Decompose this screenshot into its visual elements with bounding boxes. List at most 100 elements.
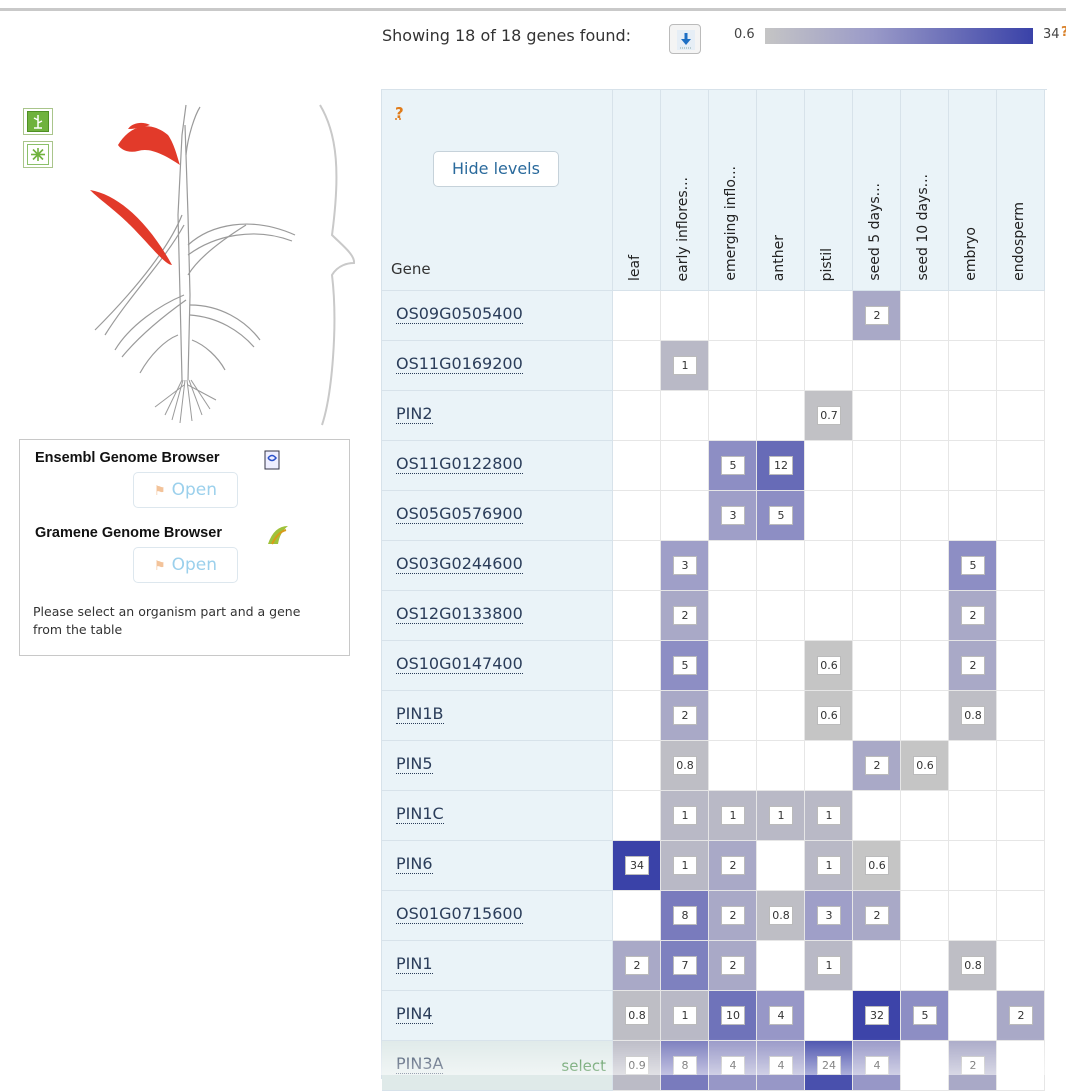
table-row[interactable]: PIN4 0.8 1 10 4 32 5 2 <box>382 991 1048 1041</box>
expression-cell[interactable] <box>709 541 757 591</box>
expression-cell[interactable] <box>997 691 1045 741</box>
column-header-5[interactable]: seed 5 days... <box>853 90 901 291</box>
expression-cell[interactable]: 1 <box>709 791 757 841</box>
expression-cell[interactable]: 2 <box>949 641 997 691</box>
expression-cell[interactable] <box>757 391 805 441</box>
expression-cell[interactable]: 1 <box>805 941 853 991</box>
expression-cell[interactable]: 5 <box>901 991 949 1041</box>
expression-cell[interactable] <box>853 391 901 441</box>
expression-cell[interactable] <box>613 691 661 741</box>
gene-link[interactable]: OS03G0244600 <box>396 555 523 574</box>
expression-cell[interactable]: 0.6 <box>901 741 949 791</box>
expression-cell[interactable] <box>853 691 901 741</box>
expression-cell[interactable] <box>709 341 757 391</box>
expression-cell[interactable]: 5 <box>661 641 709 691</box>
expression-cell[interactable] <box>901 841 949 891</box>
expression-cell[interactable] <box>997 591 1045 641</box>
table-row[interactable]: PIN2 0.7 <box>382 391 1048 441</box>
expression-cell[interactable] <box>997 941 1045 991</box>
table-row[interactable]: OS11G0169200 1 <box>382 341 1048 391</box>
expression-cell[interactable]: 2 <box>949 591 997 641</box>
expression-cell[interactable] <box>901 491 949 541</box>
expression-cell[interactable] <box>805 741 853 791</box>
expression-cell[interactable] <box>613 791 661 841</box>
expression-cell[interactable] <box>949 741 997 791</box>
gene-link[interactable]: PIN2 <box>396 405 433 424</box>
expression-cell[interactable]: 3 <box>709 491 757 541</box>
expression-cell[interactable] <box>613 391 661 441</box>
expression-cell[interactable]: 2 <box>709 891 757 941</box>
expression-cell[interactable]: 4 <box>853 1041 901 1091</box>
gene-link[interactable]: PIN1 <box>396 955 433 974</box>
expression-cell[interactable] <box>901 791 949 841</box>
column-header-4[interactable]: pistil <box>805 90 853 291</box>
expression-cell[interactable] <box>805 291 853 341</box>
expression-cell[interactable]: 8 <box>661 1041 709 1091</box>
gene-link[interactable]: OS05G0576900 <box>396 505 523 524</box>
expression-cell[interactable]: 0.8 <box>757 891 805 941</box>
expression-cell[interactable] <box>997 391 1045 441</box>
expression-cell[interactable] <box>949 341 997 391</box>
expression-cell[interactable] <box>901 291 949 341</box>
expression-cell[interactable] <box>757 341 805 391</box>
expression-cell[interactable] <box>757 691 805 741</box>
expression-cell[interactable] <box>997 441 1045 491</box>
expression-cell[interactable] <box>901 591 949 641</box>
expression-cell[interactable] <box>901 1041 949 1091</box>
expression-cell[interactable]: 2 <box>853 741 901 791</box>
expression-cell[interactable]: 5 <box>949 541 997 591</box>
expression-cell[interactable] <box>997 741 1045 791</box>
rice-plant-anatomogram[interactable] <box>70 95 360 435</box>
expression-cell[interactable] <box>661 491 709 541</box>
expression-cell[interactable]: 0.8 <box>613 991 661 1041</box>
expression-cell[interactable]: 1 <box>661 841 709 891</box>
gene-link[interactable]: PIN1B <box>396 705 444 724</box>
expression-cell[interactable]: 7 <box>661 941 709 991</box>
gene-link[interactable]: OS11G0169200 <box>396 355 523 374</box>
expression-cell[interactable] <box>709 691 757 741</box>
gene-link[interactable]: OS01G0715600 <box>396 905 523 924</box>
expression-cell[interactable]: 24 <box>805 1041 853 1091</box>
table-row[interactable]: PIN1 2 7 2 1 0.8 <box>382 941 1048 991</box>
expression-cell[interactable]: 1 <box>661 991 709 1041</box>
table-row[interactable]: OS10G0147400 5 0.6 2 <box>382 641 1048 691</box>
gene-link[interactable]: PIN5 <box>396 755 433 774</box>
gene-link[interactable]: OS10G0147400 <box>396 655 523 674</box>
table-row[interactable]: PIN1B 2 0.6 0.8 <box>382 691 1048 741</box>
expression-cell[interactable] <box>613 541 661 591</box>
expression-cell[interactable]: 0.8 <box>949 691 997 741</box>
expression-cell[interactable] <box>757 841 805 891</box>
expression-cell[interactable] <box>949 441 997 491</box>
expression-cell[interactable] <box>709 291 757 341</box>
expression-cell[interactable] <box>901 641 949 691</box>
expression-cell[interactable]: 0.7 <box>805 391 853 441</box>
column-header-8[interactable]: endosperm <box>997 90 1045 291</box>
expression-cell[interactable] <box>997 891 1045 941</box>
expression-cell[interactable] <box>661 291 709 341</box>
expression-cell[interactable]: 5 <box>757 491 805 541</box>
expression-cell[interactable] <box>997 341 1045 391</box>
expression-cell[interactable] <box>853 591 901 641</box>
expression-cell[interactable] <box>853 441 901 491</box>
column-header-3[interactable]: anther <box>757 90 805 291</box>
expression-cell[interactable] <box>757 291 805 341</box>
expression-cell[interactable]: 0.8 <box>661 741 709 791</box>
expression-cell[interactable] <box>805 991 853 1041</box>
expression-cell[interactable]: 1 <box>805 841 853 891</box>
legend-help-icon[interactable]: ? <box>1061 25 1066 40</box>
expression-cell[interactable]: 12 <box>757 441 805 491</box>
expression-cell[interactable] <box>949 791 997 841</box>
expression-cell[interactable]: 0.6 <box>805 641 853 691</box>
expression-cell[interactable]: 2 <box>709 941 757 991</box>
expression-cell[interactable] <box>901 341 949 391</box>
column-header-0[interactable]: leaf <box>613 90 661 291</box>
table-row[interactable]: OS11G0122800 5 12 <box>382 441 1048 491</box>
expression-cell[interactable] <box>709 591 757 641</box>
expression-cell[interactable] <box>997 541 1045 591</box>
anatomogram-toggle-button[interactable] <box>23 108 53 135</box>
gene-link[interactable]: PIN4 <box>396 1005 433 1024</box>
expression-cell[interactable]: 2 <box>853 891 901 941</box>
expression-cell[interactable]: 1 <box>805 791 853 841</box>
expression-cell[interactable]: 1 <box>661 791 709 841</box>
expression-cell[interactable] <box>853 541 901 591</box>
